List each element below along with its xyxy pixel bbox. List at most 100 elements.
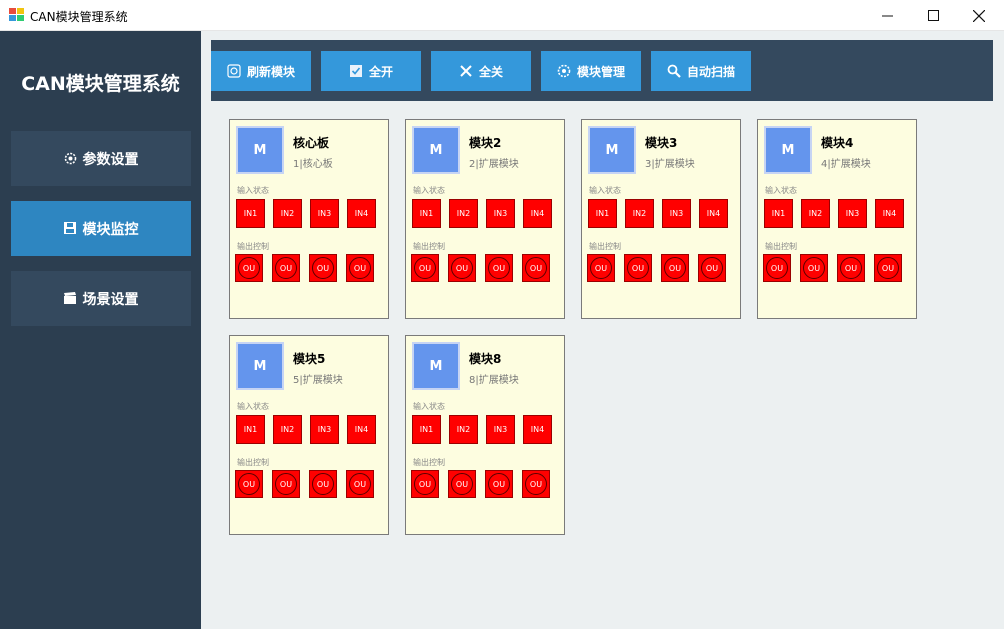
input-indicator: IN1 [412, 199, 441, 228]
output-toggle-button[interactable]: OU [309, 470, 337, 498]
output-label: OU [451, 473, 473, 495]
output-toggle-button[interactable]: OU [624, 254, 652, 282]
toolbar: 刷新模块 全开 全关 模块管理 自动扫描 [211, 40, 993, 101]
output-toggle-button[interactable]: OU [837, 254, 865, 282]
minimize-icon [881, 15, 893, 17]
sidebar-item-label: 场景设置 [82, 291, 139, 308]
sidebar-item-label: 模块监控 [82, 221, 139, 238]
output-label: OU [275, 473, 297, 495]
output-toggle-button[interactable]: OU [448, 254, 476, 282]
output-label: OU [627, 257, 649, 279]
button-label: 自动扫描 [686, 64, 735, 79]
refresh-icon [227, 64, 241, 78]
output-toggle-button[interactable]: OU [309, 254, 337, 282]
module-card: M 模块5 5|扩展模块 输入状态 IN1 IN2 IN3 IN4 输出控制 OU OU OU OU [229, 335, 389, 535]
module-name: 模块5 [293, 352, 326, 366]
module-management-button[interactable]: 模块管理 [541, 51, 641, 91]
check-icon [349, 64, 363, 78]
sidebar-item-parameter-settings[interactable]: 参数设置 [11, 131, 191, 186]
output-toggle-button[interactable]: OU [235, 470, 263, 498]
output-label: OU [451, 257, 473, 279]
input-indicator: IN4 [699, 199, 728, 228]
input-status-label: 输入状态 [237, 186, 269, 195]
input-indicator: IN1 [588, 199, 617, 228]
module-avatar: M [412, 342, 460, 390]
input-indicator: IN2 [449, 199, 478, 228]
sidebar-item-scene-settings[interactable]: 场景设置 [11, 271, 191, 326]
output-toggle-button[interactable]: OU [485, 470, 513, 498]
output-toggle-button[interactable]: OU [661, 254, 689, 282]
close-icon [973, 9, 985, 22]
module-subtitle: 4|扩展模块 [821, 159, 871, 170]
all-off-button[interactable]: 全关 [431, 51, 531, 91]
button-label: 模块管理 [576, 64, 625, 79]
maximize-icon [927, 10, 939, 21]
module-subtitle: 2|扩展模块 [469, 159, 519, 170]
output-toggle-button[interactable]: OU [346, 470, 374, 498]
output-toggle-button[interactable]: OU [698, 254, 726, 282]
input-indicator: IN3 [838, 199, 867, 228]
module-card: M 核心板 1|核心板 输入状态 IN1 IN2 IN3 IN4 输出控制 OU OU OU OU [229, 119, 389, 319]
output-label: OU [840, 257, 862, 279]
output-label: OU [877, 257, 899, 279]
all-on-button[interactable]: 全开 [321, 51, 421, 91]
output-toggle-button[interactable]: OU [522, 254, 550, 282]
sidebar-item-label: 参数设置 [82, 151, 139, 168]
output-control-label: 输出控制 [413, 458, 445, 467]
input-indicator: IN1 [236, 415, 265, 444]
module-card: M 模块2 2|扩展模块 输入状态 IN1 IN2 IN3 IN4 输出控制 OU OU OU OU [405, 119, 565, 319]
close-icon [459, 64, 473, 78]
module-avatar: M [236, 126, 284, 174]
input-indicator: IN4 [347, 415, 376, 444]
window-title: CAN模块管理系统 [30, 10, 128, 24]
gear-icon [64, 152, 77, 165]
output-toggle-button[interactable]: OU [874, 254, 902, 282]
sidebar-item-module-monitor[interactable]: 模块监控 [11, 201, 191, 256]
output-toggle-button[interactable]: OU [235, 254, 263, 282]
app-brand-title: CAN模块管理系统 [21, 73, 180, 95]
output-toggle-button[interactable]: OU [448, 470, 476, 498]
output-toggle-button[interactable]: OU [411, 470, 439, 498]
input-indicator: IN3 [310, 199, 339, 228]
module-name: 模块3 [645, 136, 678, 150]
minimize-button[interactable] [864, 0, 910, 31]
input-status-label: 输入状态 [413, 186, 445, 195]
close-window-button[interactable] [956, 0, 1002, 31]
module-avatar: M [412, 126, 460, 174]
input-indicator: IN1 [412, 415, 441, 444]
output-toggle-button[interactable]: OU [522, 470, 550, 498]
output-toggle-button[interactable]: OU [272, 254, 300, 282]
input-indicator: IN2 [449, 415, 478, 444]
output-label: OU [414, 257, 436, 279]
output-toggle-button[interactable]: OU [587, 254, 615, 282]
module-subtitle: 8|扩展模块 [469, 375, 519, 386]
module-avatar: M [588, 126, 636, 174]
module-name: 核心板 [293, 136, 330, 150]
search-icon [667, 64, 681, 78]
maximize-button[interactable] [910, 0, 956, 31]
save-icon [63, 222, 77, 235]
output-toggle-button[interactable]: OU [485, 254, 513, 282]
output-toggle-button[interactable]: OU [346, 254, 374, 282]
output-toggle-button[interactable]: OU [272, 470, 300, 498]
refresh-modules-button[interactable]: 刷新模块 [211, 51, 311, 91]
output-toggle-button[interactable]: OU [411, 254, 439, 282]
gear-icon [557, 64, 571, 78]
input-status-label: 输入状态 [589, 186, 621, 195]
output-label: OU [238, 257, 260, 279]
input-indicator: IN2 [273, 199, 302, 228]
output-toggle-button[interactable]: OU [800, 254, 828, 282]
output-label: OU [701, 257, 723, 279]
output-toggle-button[interactable]: OU [763, 254, 791, 282]
output-label: OU [238, 473, 260, 495]
input-indicator: IN4 [523, 199, 552, 228]
output-label: OU [349, 257, 371, 279]
output-control-label: 输出控制 [237, 458, 269, 467]
output-label: OU [766, 257, 788, 279]
auto-scan-button[interactable]: 自动扫描 [651, 51, 751, 91]
output-control-label: 输出控制 [413, 242, 445, 251]
output-label: OU [312, 257, 334, 279]
button-label: 全开 [368, 64, 393, 79]
output-label: OU [488, 473, 510, 495]
module-subtitle: 3|扩展模块 [645, 159, 695, 170]
